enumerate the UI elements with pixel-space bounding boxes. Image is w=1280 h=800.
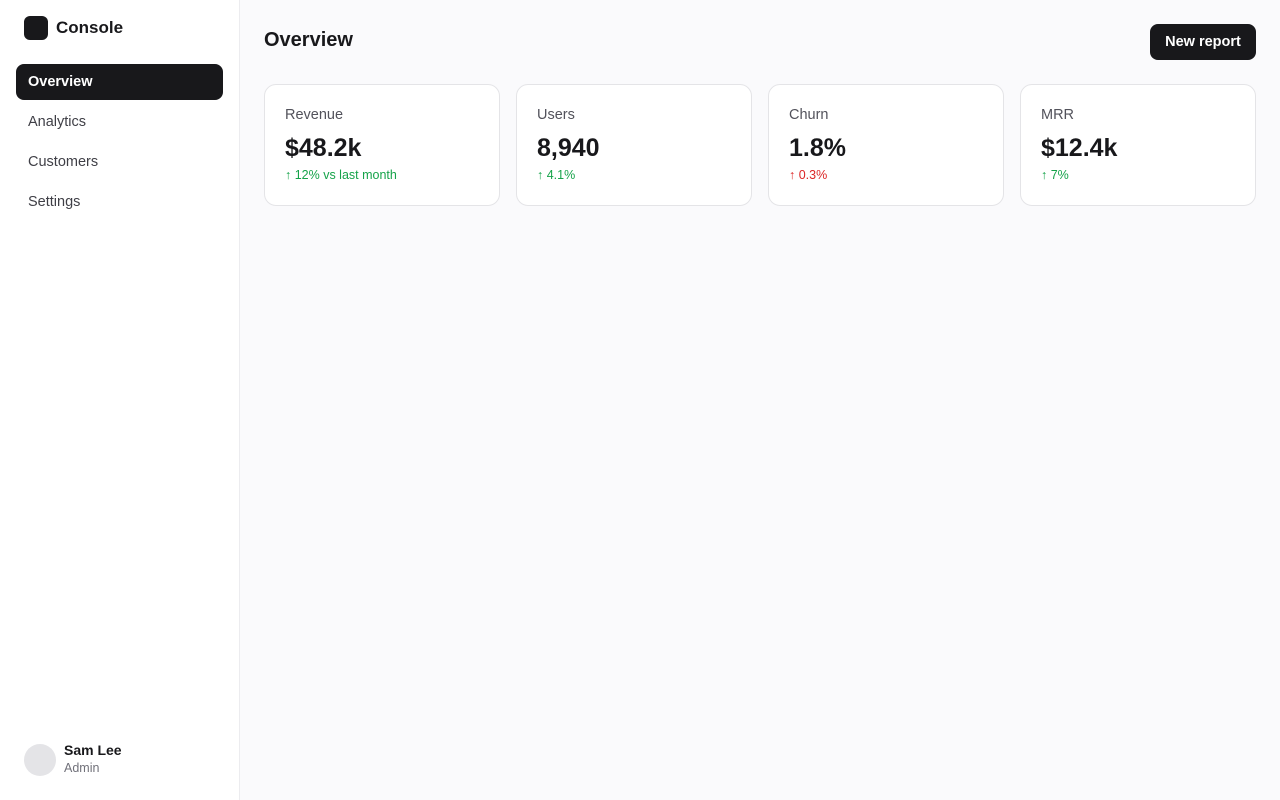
metric-card-revenue[interactable]: Revenue $48.2k ↑ 12% vs last month bbox=[264, 84, 500, 206]
metric-cards: Revenue $48.2k ↑ 12% vs last month Users… bbox=[264, 84, 1256, 206]
metric-label: MRR bbox=[1041, 107, 1075, 123]
user-profile[interactable]: Sam Lee Admin bbox=[24, 742, 122, 777]
new-report-button[interactable]: New report bbox=[1150, 24, 1256, 60]
metric-label: Churn bbox=[789, 107, 829, 123]
metric-label: Revenue bbox=[285, 107, 344, 123]
sidebar-item-analytics[interactable]: Analytics bbox=[16, 104, 223, 140]
sidebar-item-customers[interactable]: Customers bbox=[16, 144, 223, 180]
user-info: Sam Lee Admin bbox=[64, 742, 122, 777]
main-content: Overview New report Revenue $48.2k ↑ 12%… bbox=[240, 0, 1280, 800]
metric-value: 8,940 bbox=[537, 134, 600, 162]
metric-delta: ↑ 4.1% bbox=[537, 168, 576, 182]
user-role: Admin bbox=[64, 761, 100, 775]
metric-delta: ↑ 7% bbox=[1041, 168, 1069, 182]
sidebar-item-settings[interactable]: Settings bbox=[16, 184, 223, 220]
avatar bbox=[24, 743, 56, 776]
metric-card-churn[interactable]: Churn 1.8% ↑ 0.3% bbox=[768, 84, 1004, 206]
logo-icon bbox=[24, 16, 48, 40]
metric-card-mrr[interactable]: MRR $12.4k ↑ 7% bbox=[1020, 84, 1256, 206]
metric-value: 1.8% bbox=[789, 134, 846, 162]
metric-value: $12.4k bbox=[1041, 134, 1118, 162]
brand-name: Console bbox=[56, 18, 124, 37]
sidebar-nav: Overview Analytics Customers Settings bbox=[16, 64, 223, 224]
sidebar: Console Overview Analytics Customers Set… bbox=[0, 0, 240, 800]
page-title: Overview bbox=[264, 29, 353, 51]
metric-delta: ↑ 0.3% bbox=[789, 168, 828, 182]
user-name: Sam Lee bbox=[64, 742, 122, 758]
brand[interactable]: Console bbox=[24, 16, 123, 40]
metric-delta: ↑ 12% vs last month bbox=[285, 168, 397, 182]
sidebar-item-overview[interactable]: Overview bbox=[16, 64, 223, 100]
metric-card-users[interactable]: Users 8,940 ↑ 4.1% bbox=[516, 84, 752, 206]
metric-label: Users bbox=[537, 107, 575, 123]
metric-value: $48.2k bbox=[285, 134, 362, 162]
